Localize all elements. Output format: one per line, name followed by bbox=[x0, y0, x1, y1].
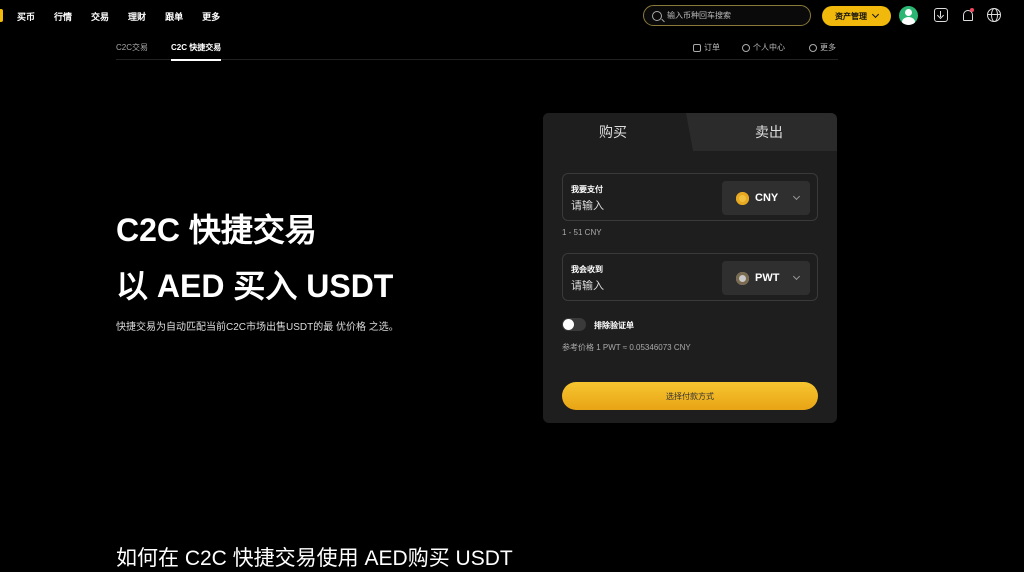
sub-nav: C2C交易 C2C 快捷交易 订单 个人中心 更多 bbox=[116, 32, 838, 61]
exclude-verification-label: 排除验证单 bbox=[594, 321, 634, 330]
orders-icon bbox=[693, 43, 701, 52]
globe-icon[interactable] bbox=[987, 8, 1001, 22]
top-nav: 买币 行情 交易 理财 跟单 更多 资产管理 bbox=[0, 0, 1024, 32]
nav-item-trade[interactable]: 交易 bbox=[91, 10, 109, 23]
receive-label: 我会收到 bbox=[571, 265, 603, 274]
nav-item-buy-crypto[interactable]: 买币 bbox=[17, 10, 35, 23]
exclude-verification-toggle[interactable] bbox=[562, 318, 586, 331]
chevron-down-icon bbox=[871, 10, 880, 19]
tab-c2c-quick-trade[interactable]: C2C 快捷交易 bbox=[171, 42, 222, 61]
search-box[interactable] bbox=[643, 5, 811, 26]
quick-trade-card: 购买 卖出 我要支付 CNY 1 - 51 CNY 我会收到 PWT 排除验证单… bbox=[543, 113, 837, 423]
chevron-down-icon bbox=[792, 192, 801, 201]
page-title: C2C 快捷交易 bbox=[116, 212, 317, 248]
nav-item-earn[interactable]: 理财 bbox=[128, 10, 146, 23]
nav-menu: 买币 行情 交易 理财 跟单 更多 bbox=[17, 0, 239, 32]
trade-tabs: 购买 卖出 bbox=[543, 113, 837, 151]
page-subtitle: 以 AED 买入 USDT bbox=[116, 268, 394, 304]
asset-management-label: 资产管理 bbox=[835, 11, 867, 21]
pay-label: 我要支付 bbox=[571, 185, 603, 194]
receive-field: 我会收到 PWT bbox=[562, 253, 818, 301]
page-description: 快捷交易为自动匹配当前C2C市场出售USDT的最 优价格 之选。 bbox=[116, 322, 399, 333]
receive-amount-input[interactable] bbox=[571, 280, 711, 292]
tab-c2c-trade[interactable]: C2C交易 bbox=[116, 42, 148, 53]
profile-link[interactable]: 个人中心 bbox=[742, 42, 785, 53]
more-icon bbox=[809, 43, 817, 52]
pay-currency-code: CNY bbox=[755, 192, 779, 204]
avatar[interactable] bbox=[899, 6, 918, 25]
more-link[interactable]: 更多 bbox=[809, 42, 836, 53]
reference-price: 参考价格 1 PWT ≈ 0.05346073 CNY bbox=[562, 343, 691, 352]
chevron-down-icon bbox=[792, 272, 801, 281]
orders-label: 订单 bbox=[704, 43, 720, 52]
nav-item-markets[interactable]: 行情 bbox=[54, 10, 72, 23]
how-to-heading: 如何在 C2C 快捷交易使用 AED购买 USDT bbox=[116, 547, 513, 570]
receive-currency-select[interactable]: PWT bbox=[722, 261, 810, 295]
bell-icon[interactable] bbox=[961, 8, 975, 22]
pwt-coin-icon bbox=[736, 271, 749, 285]
search-icon bbox=[652, 10, 662, 21]
nav-item-copy-trading[interactable]: 跟单 bbox=[165, 10, 183, 23]
orders-link[interactable]: 订单 bbox=[693, 42, 720, 53]
tab-sell[interactable]: 卖出 bbox=[693, 113, 837, 151]
user-icon bbox=[742, 43, 750, 52]
pay-currency-select[interactable]: CNY bbox=[722, 181, 810, 215]
asset-management-button[interactable]: 资产管理 bbox=[822, 6, 891, 26]
amount-range: 1 - 51 CNY bbox=[562, 228, 602, 237]
nav-item-more[interactable]: 更多 bbox=[202, 10, 220, 23]
pay-field: 我要支付 CNY bbox=[562, 173, 818, 221]
logo[interactable] bbox=[0, 9, 3, 22]
search-input[interactable] bbox=[667, 11, 797, 20]
pay-amount-input[interactable] bbox=[571, 200, 711, 212]
receive-currency-code: PWT bbox=[755, 272, 780, 284]
tab-buy[interactable]: 购买 bbox=[543, 113, 693, 151]
cny-coin-icon bbox=[736, 191, 749, 205]
select-payment-method-button[interactable]: 选择付款方式 bbox=[562, 382, 818, 410]
more-label: 更多 bbox=[820, 43, 836, 52]
profile-label: 个人中心 bbox=[753, 43, 785, 52]
download-icon[interactable] bbox=[934, 8, 948, 22]
